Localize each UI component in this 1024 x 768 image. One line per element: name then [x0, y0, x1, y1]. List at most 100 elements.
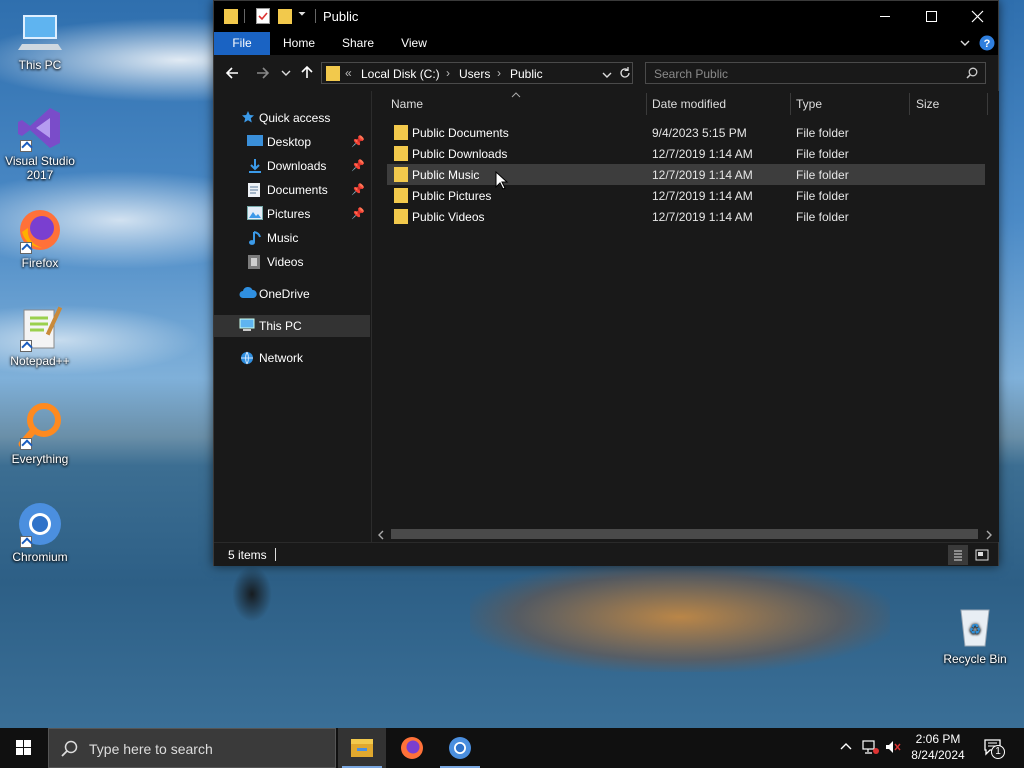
file-list[interactable]: Name Date modified Type Size Public Docu…: [373, 91, 999, 542]
search-placeholder: Search Public: [654, 67, 729, 81]
desktop-icon-recycle-bin[interactable]: ♻ Recycle Bin: [935, 602, 1015, 666]
back-button[interactable]: [224, 65, 240, 84]
column-header-date-modified[interactable]: Date modified: [652, 91, 790, 117]
refresh-button[interactable]: [618, 66, 632, 83]
shortcut-arrow-icon: [20, 438, 32, 450]
maximize-button[interactable]: [908, 1, 954, 32]
desktop-icon-notepad-plus-plus[interactable]: Notepad++: [0, 304, 80, 368]
recent-locations-button[interactable]: [281, 67, 291, 81]
row-name: Public Videos: [412, 210, 485, 224]
clock-time: 2:06 PM: [915, 732, 961, 746]
refresh-icon: [620, 67, 630, 78]
folder-icon: [394, 146, 408, 161]
film-strip-icon: [247, 254, 263, 270]
column-divider[interactable]: [646, 93, 647, 115]
breadcrumb-separator-icon[interactable]: ›: [446, 66, 450, 80]
sidebar-item-music[interactable]: Music: [214, 227, 370, 249]
windows-logo-icon: [16, 740, 31, 755]
horizontal-scrollbar[interactable]: [373, 526, 999, 542]
up-button[interactable]: [299, 64, 315, 83]
start-button[interactable]: [0, 728, 48, 768]
file-explorer-window[interactable]: ⏷ Public File Home Share View ? « Local …: [213, 0, 999, 566]
taskbar-file-explorer[interactable]: [338, 728, 386, 768]
desktop-icon-this-pc[interactable]: This PC: [0, 8, 80, 72]
sidebar-item-downloads[interactable]: Downloads 📌: [214, 155, 370, 177]
column-header-type[interactable]: Type: [796, 91, 908, 117]
table-row[interactable]: Public Music 12/7/2019 1:14 AM File fold…: [387, 164, 985, 185]
picture-icon: [247, 206, 263, 222]
breadcrumb-users[interactable]: Users: [459, 67, 490, 81]
network-icon: [239, 350, 255, 366]
tab-share[interactable]: Share: [334, 32, 382, 55]
sidebar-item-quick-access[interactable]: Quick access: [214, 107, 370, 129]
table-row[interactable]: Public Downloads 12/7/2019 1:14 AM File …: [387, 143, 985, 164]
notifications-button[interactable]: 1: [983, 737, 1005, 762]
monitor-icon: [16, 8, 64, 56]
desktop-icon-firefox[interactable]: Firefox: [0, 206, 80, 270]
tab-home[interactable]: Home: [276, 32, 322, 55]
system-clock[interactable]: 2:06 PM 8/24/2024: [905, 731, 971, 763]
scroll-left-icon[interactable]: [377, 529, 385, 543]
properties-icon[interactable]: [256, 8, 270, 27]
column-divider[interactable]: [909, 93, 910, 115]
title-bar[interactable]: ⏷ Public: [214, 1, 998, 32]
close-button[interactable]: [954, 1, 1000, 32]
show-hidden-icons-button[interactable]: [839, 739, 853, 758]
document-icon: [247, 182, 263, 198]
network-status-icon[interactable]: [862, 739, 880, 758]
chevron-down-icon: [602, 72, 612, 78]
sidebar-item-documents[interactable]: Documents 📌: [214, 179, 370, 201]
column-header-name[interactable]: Name: [391, 91, 645, 117]
scrollbar-thumb[interactable]: [391, 529, 978, 539]
sidebar-item-desktop[interactable]: Desktop 📌: [214, 131, 370, 153]
download-arrow-icon: [247, 158, 263, 174]
breadcrumb-overflow[interactable]: «: [345, 66, 352, 80]
search-icon: [61, 740, 79, 761]
volume-muted-icon[interactable]: [884, 739, 902, 758]
sidebar-item-this-pc[interactable]: This PC: [214, 315, 370, 337]
new-folder-icon[interactable]: [278, 8, 292, 27]
column-divider[interactable]: [790, 93, 791, 115]
details-view-button[interactable]: [948, 545, 968, 565]
large-icons-view-button[interactable]: [972, 545, 992, 565]
minimize-icon: [880, 16, 890, 17]
wallpaper-reflection: [470, 562, 890, 672]
sidebar-item-pictures[interactable]: Pictures 📌: [214, 203, 370, 225]
status-divider: [275, 548, 276, 561]
sidebar-item-onedrive[interactable]: OneDrive: [214, 283, 370, 305]
minimize-button[interactable]: [862, 1, 908, 32]
table-row[interactable]: Public Documents 9/4/2023 5:15 PM File f…: [387, 122, 985, 143]
address-history-button[interactable]: [602, 69, 612, 83]
column-divider[interactable]: [987, 93, 988, 115]
column-header-size[interactable]: Size: [916, 91, 986, 117]
desktop-icon-visual-studio[interactable]: Visual Studio 2017: [0, 104, 80, 182]
help-icon[interactable]: ?: [979, 35, 995, 54]
desktop-icon-chromium[interactable]: Chromium: [0, 500, 80, 564]
desktop-icon-everything[interactable]: Everything: [0, 402, 80, 466]
tab-view[interactable]: View: [392, 32, 436, 55]
shortcut-arrow-icon: [20, 140, 32, 152]
taskbar-firefox[interactable]: [388, 728, 436, 768]
sidebar-item-network[interactable]: Network: [214, 347, 370, 369]
table-row[interactable]: Public Pictures 12/7/2019 1:14 AM File f…: [387, 185, 985, 206]
breadcrumb-public[interactable]: Public: [510, 67, 543, 81]
taskbar-search-box[interactable]: Type here to search: [48, 728, 336, 768]
expand-ribbon-icon[interactable]: [959, 37, 971, 52]
wallpaper-figure: [232, 566, 272, 622]
forward-button[interactable]: [255, 65, 271, 84]
taskbar-chromium[interactable]: [436, 728, 484, 768]
tab-file[interactable]: File: [214, 32, 270, 55]
search-input[interactable]: Search Public: [645, 62, 986, 84]
row-date: 12/7/2019 1:14 AM: [652, 147, 753, 161]
address-bar[interactable]: « Local Disk (C:) › Users › Public: [321, 62, 633, 84]
maximize-icon: [926, 11, 937, 22]
row-name: Public Documents: [412, 126, 509, 140]
row-date: 9/4/2023 5:15 PM: [652, 126, 747, 140]
breadcrumb-local-disk[interactable]: Local Disk (C:): [361, 67, 440, 81]
customize-quick-access-icon[interactable]: ⏷: [298, 9, 306, 20]
scroll-right-icon[interactable]: [985, 529, 993, 543]
sidebar-item-videos[interactable]: Videos: [214, 251, 370, 273]
breadcrumb-separator-icon[interactable]: ›: [497, 66, 501, 80]
table-row[interactable]: Public Videos 12/7/2019 1:14 AM File fol…: [387, 206, 985, 227]
folder-icon: [224, 8, 238, 27]
